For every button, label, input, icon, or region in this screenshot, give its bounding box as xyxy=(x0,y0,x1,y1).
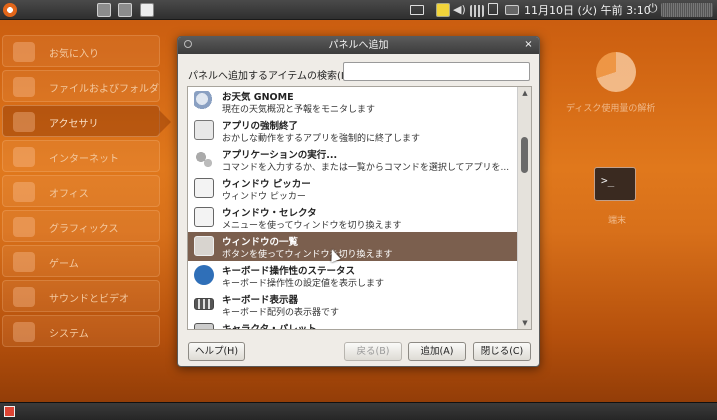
office-icon xyxy=(13,182,35,202)
sidebar-item-label: インターネット xyxy=(49,154,119,165)
add-to-panel-dialog: パネルへ追加 × パネルへ追加するアイテムの検索(I): お天気 GNOME 現… xyxy=(177,36,540,367)
ubuntu-logo-icon[interactable] xyxy=(3,3,17,17)
user-menu[interactable] xyxy=(661,3,713,17)
show-desktop-icon[interactable] xyxy=(4,406,15,417)
item-title: キャラクタ・パレット xyxy=(222,324,317,330)
list-item[interactable]: アプリケーションの実行... コマンドを入力するか、または一覧からコマンドを選択… xyxy=(188,145,517,174)
accessories-icon xyxy=(13,112,35,132)
power-icon[interactable]: ⏻ xyxy=(648,1,658,16)
item-title: キーボード操作性のステータス xyxy=(222,266,356,277)
item-title: ウィンドウ・セレクタ xyxy=(222,208,317,219)
list-item[interactable]: ウィンドウ・セレクタ メニューを使ってウィンドウを切り換えます xyxy=(188,203,517,232)
terminal-icon[interactable]: >_ xyxy=(594,167,636,201)
list-item[interactable]: キーボード表示器 キーボード配列の表示器です xyxy=(188,290,517,319)
item-description: ボタンを使ってウィンドウを切り換えます xyxy=(222,250,393,260)
item-title: ウィンドウ ピッカー xyxy=(222,179,311,190)
keyboard-icon xyxy=(194,298,214,310)
sidebar-item-label: システム xyxy=(49,329,89,340)
sidebar-item-label: グラフィックス xyxy=(49,224,119,235)
window-menu-icon[interactable] xyxy=(184,40,192,48)
media-icon xyxy=(13,287,35,307)
list-item-selected[interactable]: ウィンドウの一覧 ボタンを使ってウィンドウを切り換えます xyxy=(188,232,517,261)
top-panel: ◀) 11月10日 (火) 午前 3:10 ⏻ xyxy=(0,0,717,20)
item-list[interactable]: お天気 GNOME 現在の天気概況と予報をモニタします アプリの強制終了 おかし… xyxy=(187,86,532,330)
scroll-down-icon[interactable]: ▼ xyxy=(520,319,530,327)
charpalette-icon xyxy=(194,323,214,329)
sidebar-item-label: アクセサリ xyxy=(49,119,99,130)
sidebar-item-games[interactable]: ゲーム xyxy=(2,245,160,277)
game-icon xyxy=(13,252,35,272)
sidebar-item-files[interactable]: ファイルおよびフォルダ xyxy=(2,70,160,102)
item-title: お天気 GNOME xyxy=(222,92,294,103)
sidebar-item-office[interactable]: オフィス xyxy=(2,175,160,207)
window-list-icon xyxy=(194,236,214,256)
gear-icon xyxy=(13,322,35,342)
clock[interactable]: 11月10日 (火) 午前 3:10 xyxy=(524,2,651,18)
search-label: パネルへ追加するアイテムの検索(I): xyxy=(188,71,352,82)
sidebar-item-label: ゲーム xyxy=(49,259,79,270)
disk-usage-icon[interactable] xyxy=(596,52,636,92)
dialog-titlebar[interactable]: パネルへ追加 × xyxy=(178,37,539,54)
network-icon[interactable] xyxy=(505,5,519,15)
star-icon xyxy=(13,42,35,62)
sidebar-item-graphics[interactable]: グラフィックス xyxy=(2,210,160,242)
close-icon[interactable]: × xyxy=(523,40,534,51)
item-description: キーボード操作性の設定値を表示します xyxy=(222,279,385,289)
item-title: アプリケーションの実行... xyxy=(222,150,338,161)
sidebar-item-accessories[interactable]: アクセサリ xyxy=(2,105,171,137)
item-description: ウィンドウ ピッカー xyxy=(222,192,306,202)
mail-icon[interactable] xyxy=(410,5,424,15)
add-button[interactable]: 追加(A) xyxy=(408,342,466,361)
item-description: メニューを使ってウィンドウを切り換えます xyxy=(222,221,402,231)
disk-usage-label: ディスク使用量の解析 xyxy=(566,104,656,114)
volume-icon[interactable]: ◀) xyxy=(453,3,466,17)
close-button[interactable]: 閉じる(C) xyxy=(473,342,531,361)
graphics-icon xyxy=(13,217,35,237)
folder-icon xyxy=(13,77,35,97)
window-selector-icon xyxy=(194,207,214,227)
terminal-label: 端末 xyxy=(608,216,627,226)
sidebar-item-internet[interactable]: インターネット xyxy=(2,140,160,172)
terminal-icon[interactable] xyxy=(140,3,154,17)
sidebar-item-system[interactable]: システム xyxy=(2,315,160,347)
sidebar-item-label: ファイルおよびフォルダ xyxy=(49,84,159,95)
list-item[interactable]: キャラクタ・パレット xyxy=(188,319,517,330)
note-icon[interactable] xyxy=(436,3,450,17)
item-description: コマンドを入力するか、または一覧からコマンドを選択してアプリを... xyxy=(222,163,510,173)
globe-icon xyxy=(13,147,35,167)
item-title: アプリの強制終了 xyxy=(222,121,299,132)
window-icon[interactable] xyxy=(97,3,111,17)
sidebar-item-label: お気に入り xyxy=(49,49,99,60)
item-description: おかしな動作をするアプリを強制的に終了します xyxy=(222,134,421,144)
weather-icon xyxy=(194,91,214,111)
item-description: 現在の天気概況と予報をモニタします xyxy=(222,105,376,115)
window-picker-icon xyxy=(194,178,214,198)
search-input[interactable] xyxy=(343,62,530,81)
window-icon[interactable] xyxy=(118,3,132,17)
accessibility-icon xyxy=(194,265,214,285)
list-item[interactable]: キーボード操作性のステータス キーボード操作性の設定値を表示します xyxy=(188,261,517,290)
force-quit-icon xyxy=(194,120,214,140)
item-description: キーボード配列の表示器です xyxy=(222,308,340,318)
gear-icon xyxy=(194,149,214,169)
list-item[interactable]: ウィンドウ ピッカー ウィンドウ ピッカー xyxy=(188,174,517,203)
sidebar-item-sound-video[interactable]: サウンドとビデオ xyxy=(2,280,160,312)
back-button[interactable]: 戻る(B) xyxy=(344,342,402,361)
sidebar-item-label: オフィス xyxy=(49,189,89,200)
scrollbar-thumb[interactable] xyxy=(521,137,528,173)
sidebar-item-label: サウンドとビデオ xyxy=(49,294,129,305)
list-item[interactable]: お天気 GNOME 現在の天気概況と予報をモニタします xyxy=(188,87,517,116)
sidebar-item-favorites[interactable]: お気に入り xyxy=(2,35,160,67)
vertical-scrollbar[interactable]: ▲ ▼ xyxy=(517,87,531,329)
item-title: キーボード表示器 xyxy=(222,295,299,306)
help-button[interactable]: ヘルプ(H) xyxy=(188,342,245,361)
list-item[interactable]: アプリの強制終了 おかしな動作をするアプリを強制的に終了します xyxy=(188,116,517,145)
scroll-up-icon[interactable]: ▲ xyxy=(520,89,530,97)
dialog-title: パネルへ追加 xyxy=(328,40,389,51)
item-title: ウィンドウの一覧 xyxy=(222,237,299,248)
signal-icon[interactable] xyxy=(470,5,484,17)
bottom-panel xyxy=(0,402,717,420)
battery-icon[interactable] xyxy=(488,3,498,15)
